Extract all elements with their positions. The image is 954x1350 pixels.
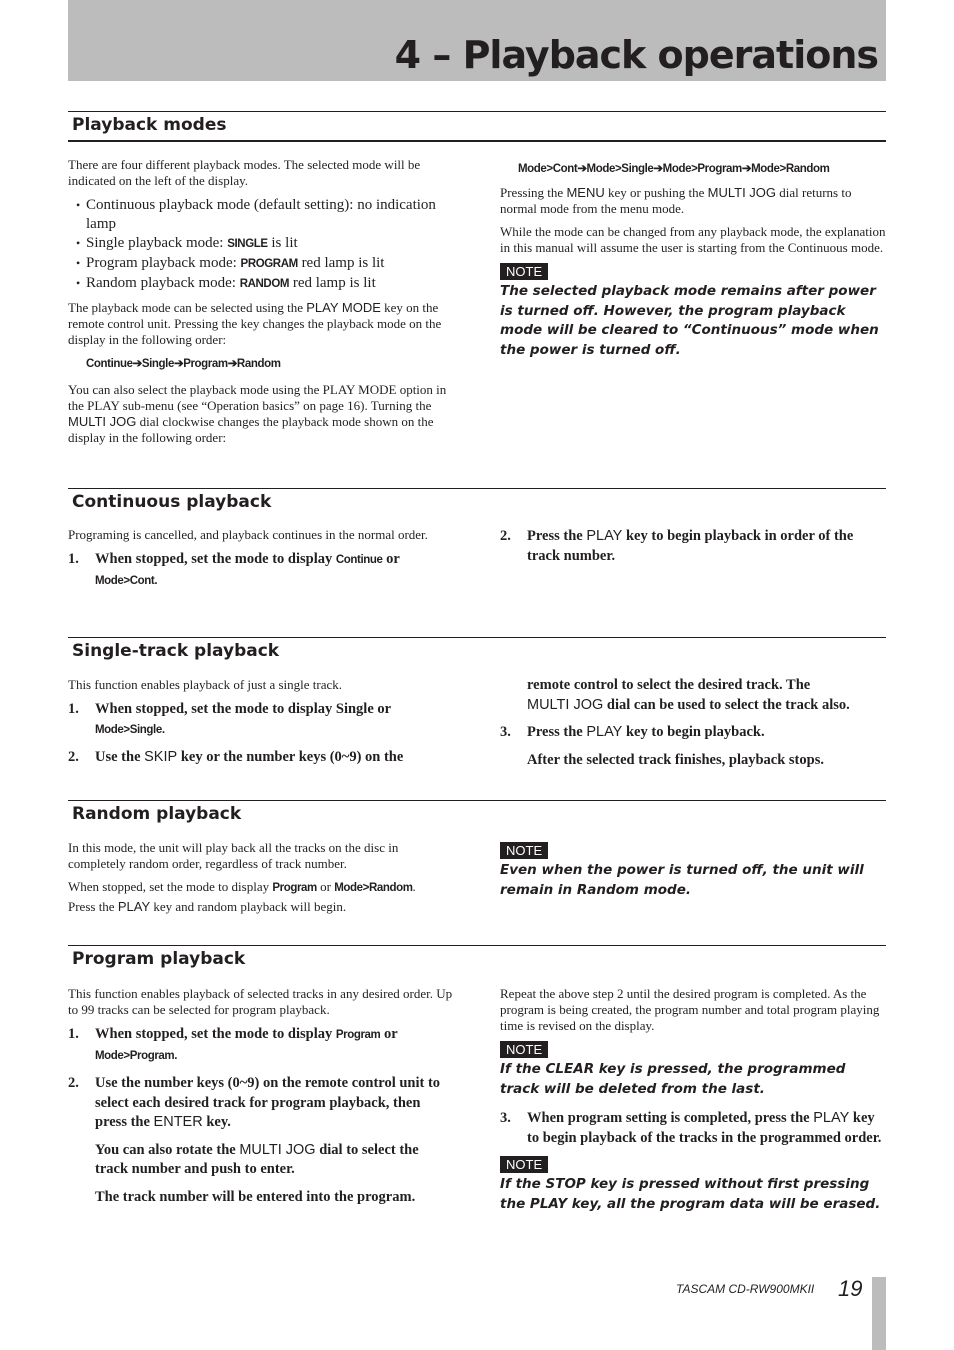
section-random-playback: Random playback In this mode, the unit w… (68, 800, 886, 940)
section-heading: Single-track playback (68, 637, 886, 666)
section-playback-modes: Playback modes There are four different … (68, 111, 886, 481)
set-mode-text: When stopped, set the mode to display Pr… (68, 879, 416, 894)
intro-text: In this mode, the unit will play back al… (68, 840, 399, 871)
mode-item-continuous: Continuous playback mode (default settin… (76, 196, 454, 234)
section-heading: Playback modes (68, 111, 886, 142)
step-2: 2. Use the SKIP key or the number keys (0… (68, 749, 404, 765)
menu-return-paragraph: Pressing the MENU key or pushing the MUL… (500, 185, 852, 216)
intro-text: This function enables playback of just a… (68, 677, 343, 692)
lamp-label: SINGLE (227, 238, 268, 250)
multi-jog-paragraph: You can also select the playback mode us… (68, 382, 447, 445)
step-3-result: After the selected track finishes, playb… (527, 751, 824, 768)
note-text: The selected playback mode remains after… (500, 283, 879, 358)
section-heading: Random playback (68, 800, 886, 829)
intro-text: This function enables playback of select… (68, 986, 453, 1017)
step-3: 3. Press the PLAY key to begin playback. (500, 724, 765, 740)
step-1: 1. When stopped, set the mode to display … (68, 551, 400, 587)
key-name: PLAY MODE (306, 300, 381, 315)
lamp-label: RANDOM (239, 278, 290, 290)
step-2-continued: remote control to select the desired tra… (527, 677, 850, 713)
key-name: MULTI JOG (707, 185, 777, 200)
footer-product-name: TASCAM CD-RW900MKII (676, 1282, 815, 1296)
mode-item-random: Random playback mode: RANDOM red lamp is… (76, 274, 454, 294)
mode-item-program: Program playback mode: PROGRAM red lamp … (76, 254, 454, 274)
section-continuous-playback: Continuous playback Programing is cancel… (68, 488, 886, 628)
mode-sequence-remote: Continue➔Single➔Program➔Random (86, 358, 281, 370)
note-text: Even when the power is turned off, the u… (500, 862, 864, 898)
page-number: 19 (838, 1276, 863, 1301)
intro-text: There are four different playback modes.… (68, 157, 421, 188)
note-label: NOTE (500, 1041, 549, 1058)
section-heading: Continuous playback (68, 488, 886, 517)
step-1: 1. When stopped, set the mode to display … (68, 1026, 398, 1062)
section-program-playback: Program playback This function enables p… (68, 945, 886, 1255)
continuous-assumption-paragraph: While the mode can be changed from any p… (500, 224, 886, 255)
press-play-text: Press the PLAY key and random playback w… (68, 899, 347, 914)
lamp-label: PROGRAM (240, 258, 299, 270)
note-stop-key: If the STOP key is pressed without first… (500, 1176, 881, 1212)
step-1: 1. When stopped, set the mode to display … (68, 701, 392, 736)
step-2: 2. Press the PLAY key to begin playback i… (500, 528, 854, 564)
note-label: NOTE (500, 1156, 549, 1173)
section-heading: Program playback (68, 945, 886, 974)
chapter-banner: 4 – Playback operations (68, 0, 886, 81)
play-mode-paragraph: The playback mode can be selected using … (68, 300, 442, 347)
note-clear-key: If the CLEAR key is pressed, the program… (500, 1061, 846, 1097)
key-name: MENU (566, 185, 605, 200)
section-single-track-playback: Single-track playback This function enab… (68, 637, 886, 792)
chapter-title: 4 – Playback operations (394, 33, 879, 77)
note-label: NOTE (500, 842, 549, 859)
step-2-result: The track number will be entered into th… (95, 1188, 416, 1205)
mode-list: Continuous playback mode (default settin… (76, 196, 454, 294)
note-label: NOTE (500, 263, 549, 280)
step-2: 2. Use the number keys (0~9) on the remot… (68, 1075, 441, 1130)
step-2-multi-jog: You can also rotate the MULTI JOG dial t… (95, 1141, 419, 1178)
key-name: MULTI JOG (68, 414, 137, 429)
step-3: 3. When program setting is completed, pre… (500, 1110, 882, 1146)
mode-item-single: Single playback mode: SINGLE is lit (76, 234, 454, 254)
mode-sequence-menu: Mode>Cont➔Mode>Single➔Mode>Program➔Mode>… (518, 163, 830, 175)
page-edge-tab (872, 1277, 886, 1350)
intro-text: Programing is cancelled, and playback co… (68, 527, 428, 542)
repeat-text: Repeat the above step 2 until the desire… (500, 986, 880, 1033)
